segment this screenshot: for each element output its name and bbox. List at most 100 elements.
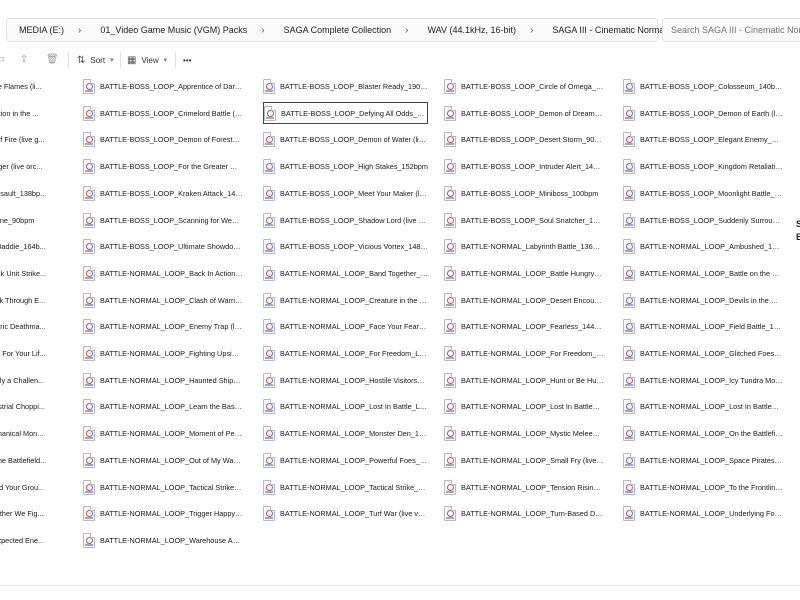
file-item[interactable]: BATTLE-NORMAL_LOOP_Underlying Force... [623, 502, 783, 524]
chevron-right-icon[interactable] [516, 25, 533, 36]
file-item[interactable]: BATTLE-NORMAL_LOOP_Warehouse Assa... [83, 529, 243, 551]
file-item[interactable]: BATTLE-NORMAL_LOOP_Battle on the Brid... [623, 262, 783, 284]
share-icon[interactable]: ⇪ [18, 54, 30, 66]
file-item[interactable]: BATTLE-BOSS_LOOP_Demon of Forest_148... [83, 128, 243, 150]
file-item[interactable]: BATTLE-NORMAL_LOOP_Haunted Ship_96... [83, 369, 243, 391]
file-item[interactable]: BATTLE-NORMAL_LOOP_Field Battle_134b... [623, 315, 783, 337]
file-item[interactable]: BATTLE-BOSS_LOOP_Vicious Vortex_148bpm [263, 235, 428, 257]
file-item[interactable]: BATTLE-NORMAL_LOOP_Fearless_144bpm [444, 315, 604, 337]
file-item[interactable]: BATTLE-BOSS_LOOP_Scanning for Weakne... [83, 209, 243, 231]
search-input[interactable] [663, 19, 800, 41]
file-item[interactable]: BATTLE-BOSS_LOOP_For the Greater Good... [83, 155, 243, 177]
file-item[interactable]: _Together We Fig... [0, 502, 62, 524]
file-item[interactable]: _Electric Deathma... [0, 315, 62, 337]
view-button[interactable]: ▦ View ▾ [127, 52, 167, 68]
file-item[interactable]: BATTLE-BOSS_LOOP_Miniboss_100bpm [444, 182, 604, 204]
file-item[interactable]: _Unexpected Ene... [0, 529, 62, 551]
file-item[interactable]: BATTLE-BOSS_LOOP_Blaster Ready_190bpm [263, 75, 428, 97]
file-item[interactable]: BATTLE-NORMAL_LOOP_Battle Hungry_16... [444, 262, 604, 284]
file-item[interactable]: BATTLE-NORMAL_LOOP_Moment of Peril_... [83, 422, 243, 444]
file-item[interactable]: _Mechanical Mon... [0, 422, 62, 444]
breadcrumb-item-vgm-packs[interactable]: 01_Video Game Music (VGM) Packs [81, 25, 247, 35]
file-item[interactable]: BATTLE-NORMAL_LOOP_Desert Encounter... [444, 289, 604, 311]
file-item[interactable]: BATTLE-BOSS_LOOP_High Stakes_152bpm [263, 155, 428, 177]
file-item[interactable]: BATTLE-NORMAL_LOOP_Tactical Strike_La... [263, 476, 428, 498]
file-item[interactable]: BATTLE-BOSS_LOOP_Moonlight Battle_178... [623, 182, 783, 204]
file-item[interactable]: BATTLE-NORMAL_LOOP_Out of My Way (l... [83, 449, 243, 471]
chevron-right-icon[interactable] [391, 25, 408, 36]
file-item[interactable]: BATTLE-NORMAL_LOOP_Trigger Happy_17... [83, 502, 243, 524]
file-item[interactable]: BATTLE-BOSS_LOOP_Meet Your Maker (liv... [263, 182, 428, 204]
file-item[interactable]: BATTLE-NORMAL_LOOP_Turn-Based Decis... [444, 502, 604, 524]
file-item[interactable]: BATTLE-NORMAL_LOOP_Hostile Visitors_1... [263, 369, 428, 391]
file-item[interactable]: BATTLE-BOSS_LOOP_Ultimate Showdown_... [83, 235, 243, 257]
file-item[interactable]: hmonger (live orc... [0, 155, 62, 177]
file-item[interactable]: BATTLE-NORMAL_LOOP_Face Your Fears (l... [263, 315, 428, 337]
file-item[interactable]: BATTLE-NORMAL_LOOP_Back In Action_1... [83, 262, 243, 284]
file-item[interactable]: _Big Baddie_164b... [0, 235, 62, 257]
file-item[interactable]: BATTLE-BOSS_LOOP_Crimelord Battle (live … [83, 102, 243, 124]
file-item[interactable]: _Hardly a Challen... [0, 369, 62, 391]
file-item[interactable]: BATTLE-NORMAL_LOOP_Devils in the Dun... [623, 289, 783, 311]
file-item[interactable]: BATTLE-BOSS_LOOP_Circle of Omega_156... [444, 75, 604, 97]
file-item[interactable]: BATTLE-BOSS_LOOP_Demon of Dreams_16... [444, 102, 604, 124]
file-item[interactable]: BATTLE-NORMAL_LOOP_Monster Den_122... [263, 422, 428, 444]
chevron-right-icon[interactable] [247, 25, 264, 36]
file-item[interactable]: BATTLE-NORMAL_LOOP_Fighting Upside ... [83, 342, 243, 364]
file-item[interactable]: BATTLE-NORMAL_LOOP_Small Fry (live stri.… [444, 449, 604, 471]
file-item[interactable]: BATTLE-BOSS_LOOP_Intruder Alert_148bpm [444, 155, 604, 177]
file-item[interactable]: ght Assault_138bp... [0, 182, 62, 204]
file-item[interactable]: BATTLE-NORMAL_LOOP_Lost In Battle_Lay... [263, 395, 428, 417]
file-item[interactable]: _Fight For Your Lif... [0, 342, 62, 364]
breadcrumb-item-drive[interactable]: MEDIA (E:) [0, 25, 64, 35]
file-item[interactable]: BATTLE-NORMAL_LOOP_Powerful Foes_96... [263, 449, 428, 471]
file-item[interactable]: BATTLE-BOSS_LOOP_Kraken Attack_140bpm [83, 182, 243, 204]
file-item[interactable]: BATTLE-BOSS_LOOP_Kingdom Retaliation_... [623, 155, 783, 177]
sort-button[interactable]: ⇅ Sort ▾ [77, 52, 114, 68]
breadcrumb-item-wav[interactable]: WAV (44.1kHz, 16-bit) [409, 25, 517, 35]
file-item[interactable]: BATTLE-NORMAL_LOOP_Icy Tundra Mons... [623, 369, 783, 391]
file-item[interactable]: BATTLE-NORMAL_LOOP_Creature in the W... [263, 289, 428, 311]
file-item[interactable]: BATTLE-BOSS_LOOP_Suddenly Surrounded... [623, 209, 783, 231]
file-item[interactable]: BATTLE-NORMAL_LOOP_On the Battlefield... [623, 422, 783, 444]
file-item[interactable]: age One_90bpm [0, 209, 62, 231]
file-item[interactable]: dst the Flames (li... [0, 75, 62, 97]
file-item[interactable]: _Break Through E... [0, 289, 62, 311]
file-item[interactable]: frontation in the ... [0, 102, 62, 124]
file-item[interactable]: BATTLE-BOSS_LOOP_Demon of Earth (live ..… [623, 102, 783, 124]
file-item[interactable]: _On the Battlefield... [0, 449, 62, 471]
breadcrumb-item-saga-collection[interactable]: SAGA Complete Collection [265, 25, 392, 35]
file-item[interactable]: BATTLE-NORMAL_LOOP_Turf War (live vo... [263, 502, 428, 524]
file-item[interactable]: BATTLE-BOSS_LOOP_Elegant Enemy_170b... [623, 128, 783, 150]
file-item[interactable]: BATTLE-BOSS_LOOP_Colosseum_140bpm [623, 75, 783, 97]
file-item[interactable]: BATTLE-BOSS_LOOP_Defying All Odds_176... [263, 102, 428, 124]
file-item[interactable]: BATTLE-BOSS_LOOP_Desert Storm_90bpm [444, 128, 604, 150]
delete-icon[interactable]: 🗑 [46, 54, 59, 66]
file-item[interactable]: BATTLE-NORMAL_LOOP_Enemy Trap (live ... [83, 315, 243, 337]
file-item[interactable]: _Attack Unit Strike... [0, 262, 62, 284]
file-item[interactable]: BATTLE-NORMAL_LOOP_Ambushed_168b... [623, 235, 783, 257]
file-item[interactable]: BATTLE-NORMAL_LOOP_To the Frontlines... [623, 476, 783, 498]
file-item[interactable]: BATTLE-NORMAL_LOOP_Clash of Warriors... [83, 289, 243, 311]
more-options-button[interactable]: ••• [183, 52, 191, 68]
file-item[interactable]: BATTLE-NORMAL_LOOP_Lost In Battle_Lay... [444, 395, 604, 417]
rename-icon[interactable]: ▭ [0, 54, 6, 66]
file-item[interactable]: _Industrial Choppi... [0, 395, 62, 417]
file-item[interactable]: mon of Fire (live g... [0, 128, 62, 150]
file-item[interactable]: BATTLE-NORMAL_LOOP_For Freedom_Lay... [444, 342, 604, 364]
file-item[interactable]: BATTLE-NORMAL_LOOP_Hunt or Be Hunt... [444, 369, 604, 391]
file-item[interactable]: BATTLE-BOSS_LOOP_Shadow Lord (live orc..… [263, 209, 428, 231]
file-item[interactable]: BATTLE-NORMAL_LOOP_For Freedom_Lay... [263, 342, 428, 364]
file-item[interactable]: BATTLE-NORMAL_LOOP_Lost In Battle_Lay... [623, 395, 783, 417]
file-item[interactable]: BATTLE-NORMAL_LOOP_Mystic Melee_10... [444, 422, 604, 444]
file-item[interactable]: BATTLE-NORMAL_LOOP_Band Together_1... [263, 262, 428, 284]
file-item[interactable]: BATTLE-BOSS_LOOP_Demon of Water (live... [263, 128, 428, 150]
chevron-right-icon[interactable] [64, 25, 81, 36]
file-item[interactable]: BATTLE-BOSS_LOOP_Apprentice of Darkne... [83, 75, 243, 97]
file-item[interactable]: BATTLE-BOSS_LOOP_Soul Snatcher_176bpm [444, 209, 604, 231]
file-item[interactable]: BATTLE-NORMAL_LOOP_Learn the Basics_... [83, 395, 243, 417]
file-item[interactable]: _Stand Your Grou... [0, 476, 62, 498]
file-item[interactable]: BATTLE-NORMAL_LOOP_Space Pirates_98... [623, 449, 783, 471]
search-box[interactable] [662, 18, 800, 42]
file-item[interactable]: BATTLE-NORMAL_LOOP_Glitched Foes_12... [623, 342, 783, 364]
